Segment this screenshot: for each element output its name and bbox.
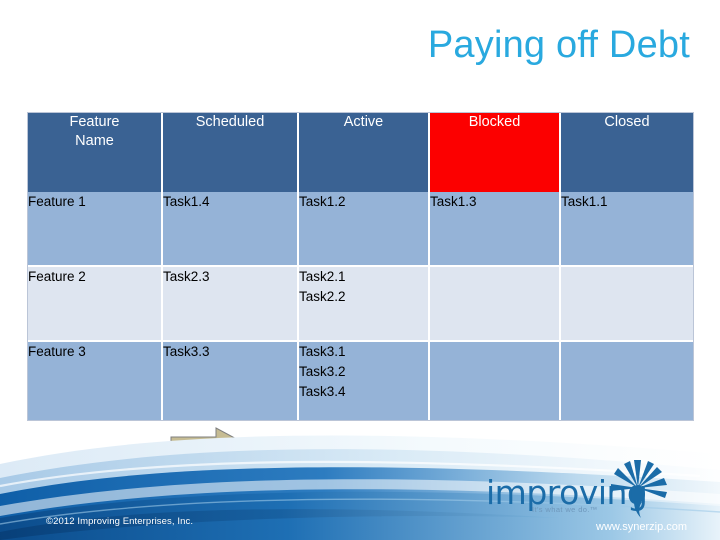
task-item: Task1.4: [163, 194, 210, 209]
column-header-feature-name-line1: Feature: [69, 114, 120, 130]
task-item: Task3.3: [163, 344, 210, 359]
table-header-row: Feature Name Scheduled Active Blocked Cl…: [28, 113, 693, 192]
task-item: Task3.4: [299, 384, 346, 399]
cell-active: Task2.1 Task2.2: [299, 267, 430, 342]
cell-scheduled: Task2.3: [163, 267, 299, 342]
column-header-active[interactable]: Active: [299, 113, 430, 192]
cell-active: Task1.2: [299, 192, 430, 267]
table-body: Feature 1 Task1.4 Task1.2 Task1.3 Task1.…: [28, 192, 693, 420]
column-header-scheduled-label: Scheduled: [195, 114, 265, 130]
logo-tagline: It's what we do.™: [532, 505, 598, 514]
task-item: Task1.1: [561, 194, 608, 209]
copyright-text: ©2012 Improving Enterprises, Inc.: [46, 516, 194, 527]
column-header-closed[interactable]: Closed: [561, 113, 693, 192]
column-header-blocked-label: Blocked: [468, 114, 521, 130]
column-header-closed-label: Closed: [604, 114, 650, 130]
presentation-slide: Paying off Debt Feature Name Scheduled A…: [0, 0, 720, 540]
cell-closed: Task1.1: [561, 192, 693, 267]
table-row[interactable]: Feature 2 Task2.3 Task2.1 Task2.2: [28, 267, 693, 342]
improving-logo: improving It's what we do.™: [486, 460, 667, 522]
cell-closed: [561, 342, 693, 420]
column-header-active-label: Active: [343, 114, 384, 130]
column-header-blocked[interactable]: Blocked: [430, 113, 561, 192]
task-item: Task2.2: [299, 289, 346, 304]
task-item: Task2.3: [163, 269, 210, 284]
table-row[interactable]: Feature 1 Task1.4 Task1.2 Task1.3 Task1.…: [28, 192, 693, 267]
cell-active: Task3.1 Task3.2 Task3.4: [299, 342, 430, 420]
column-header-feature-name[interactable]: Feature Name: [28, 113, 163, 192]
cell-closed: [561, 267, 693, 342]
task-item: Task1.3: [430, 194, 477, 209]
feature-status-table: Feature Name Scheduled Active Blocked Cl…: [28, 113, 693, 420]
table-header: Feature Name Scheduled Active Blocked Cl…: [28, 113, 693, 192]
cell-blocked: Task1.3: [430, 192, 561, 267]
task-item: Task1.2: [299, 194, 346, 209]
cell-feature-name: Feature 2: [28, 267, 163, 342]
column-header-feature-name-line2: Name: [75, 133, 114, 149]
cell-blocked: [430, 267, 561, 342]
cell-scheduled: Task1.4: [163, 192, 299, 267]
column-header-scheduled[interactable]: Scheduled: [163, 113, 299, 192]
table-row[interactable]: Feature 3 Task3.3 Task3.1 Task3.2 Task3.…: [28, 342, 693, 420]
task-item: Task3.2: [299, 364, 346, 379]
cell-feature-name: Feature 1: [28, 192, 163, 267]
website-url: www.synerzip.com: [596, 521, 688, 533]
task-item: Task3.1: [299, 344, 346, 359]
page-title: Paying off Debt: [427, 24, 690, 66]
task-item: Task2.1: [299, 269, 346, 284]
cell-scheduled: Task3.3: [163, 342, 299, 420]
cell-feature-name: Feature 3: [28, 342, 163, 420]
cell-blocked: [430, 342, 561, 420]
starburst-icon: [611, 460, 667, 518]
